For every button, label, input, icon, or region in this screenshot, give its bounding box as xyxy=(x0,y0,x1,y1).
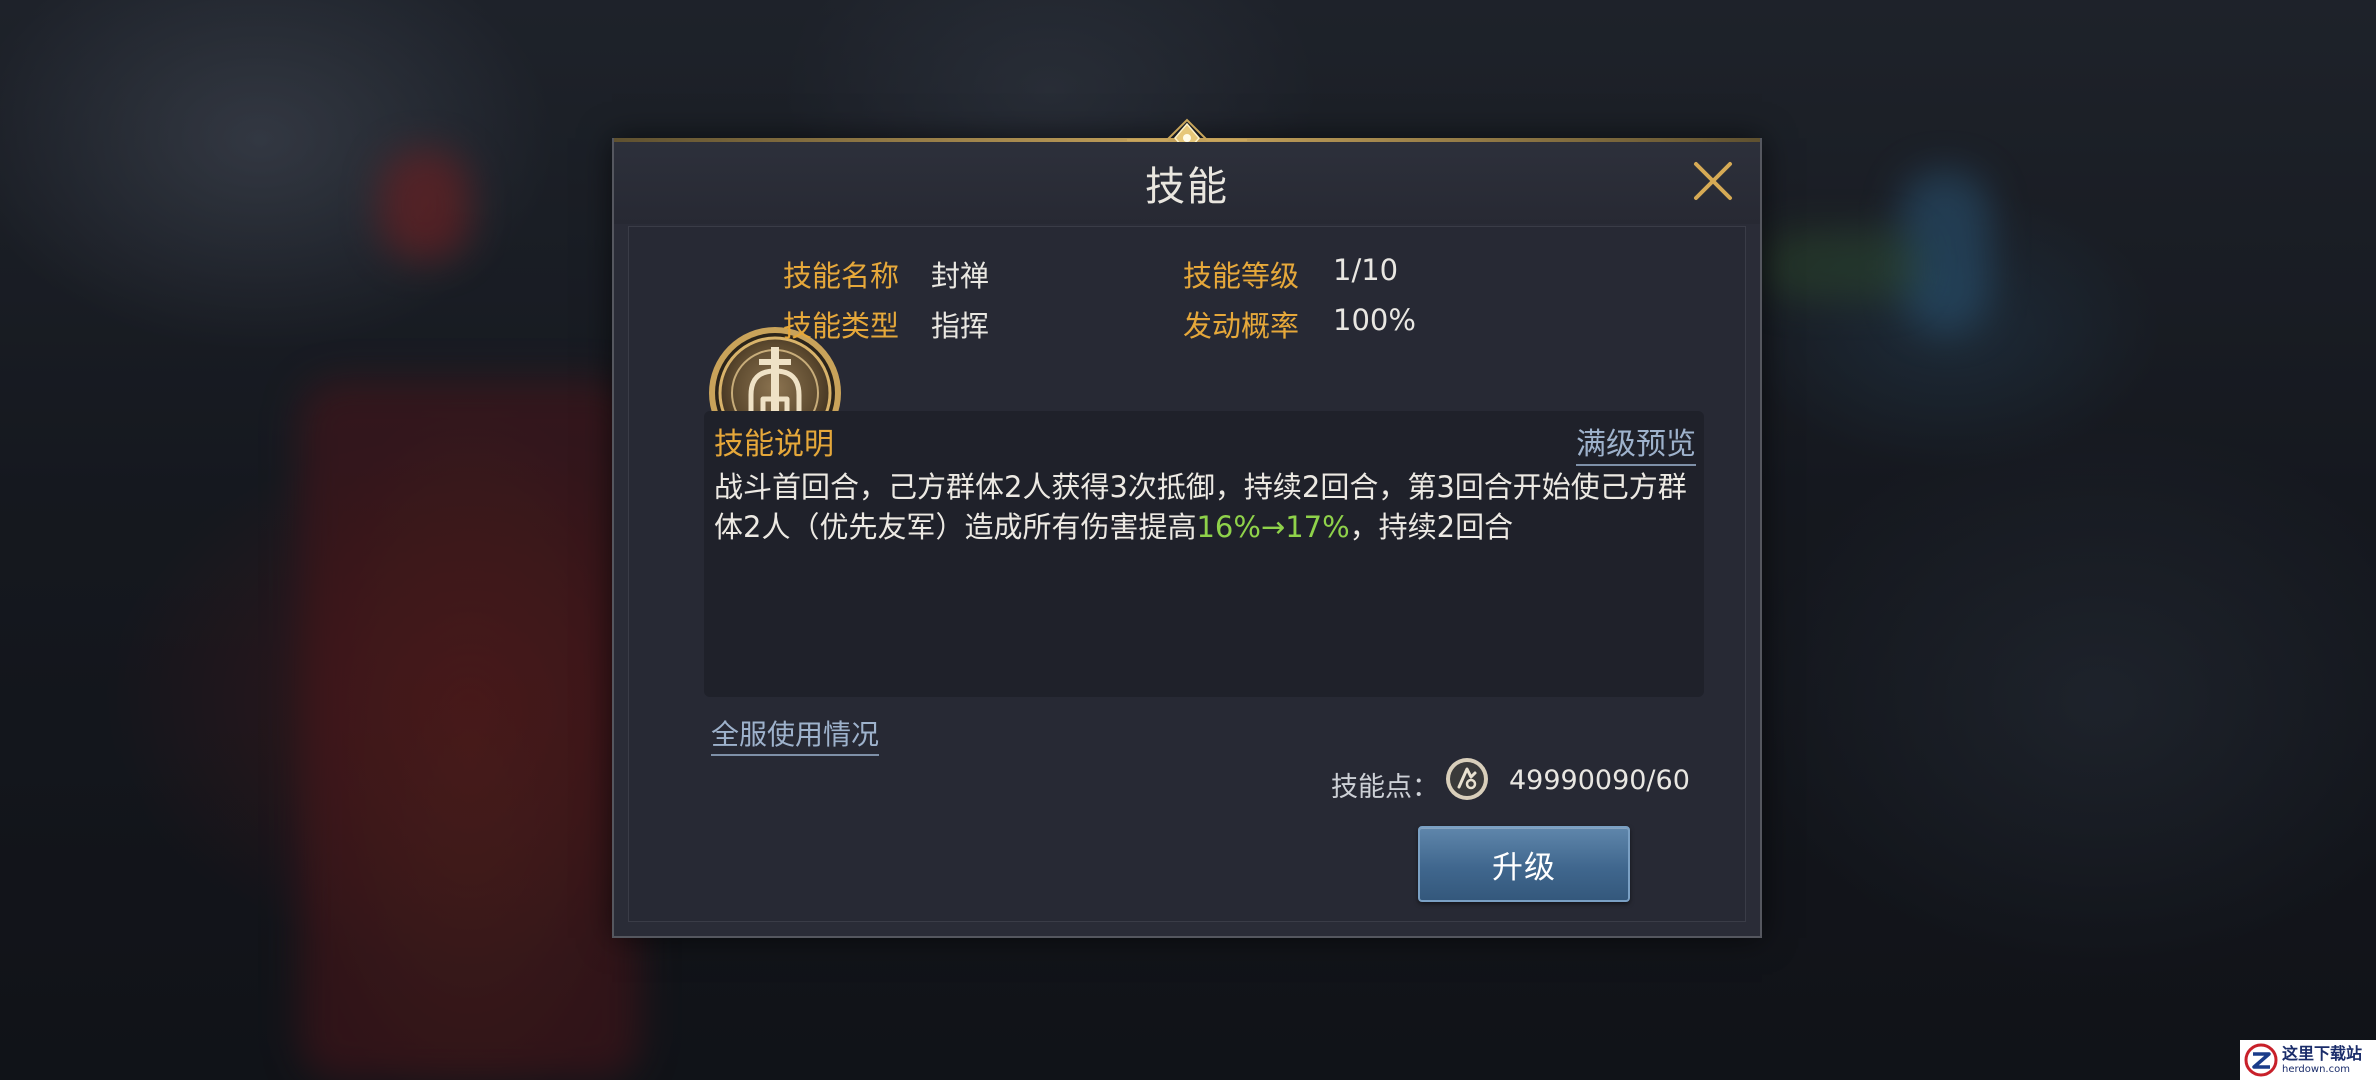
skill-chance-label: 发动概率 xyxy=(1183,309,1300,343)
watermark-cn: 这里下载站 xyxy=(2282,1043,2363,1063)
skill-level-value: 1/10 xyxy=(1333,253,1399,287)
close-icon[interactable] xyxy=(1688,156,1738,206)
skill-dialog: 技能 技能名称 封禅 技能等级 1/10 技能类型 指挥 发动概率 100% 技… xyxy=(612,118,1762,938)
dialog-header: 技能 xyxy=(614,142,1760,224)
skill-point-coin-icon xyxy=(1446,758,1488,800)
skill-points-value: 49990090/60 xyxy=(1509,765,1690,796)
skill-name-value: 封禅 xyxy=(931,259,990,293)
dialog-title: 技能 xyxy=(1145,164,1229,210)
skill-points-label: 技能点： xyxy=(1331,772,1439,803)
description-text-tail: ，持续2回合 xyxy=(1349,510,1514,544)
dialog-body: 技能名称 封禅 技能等级 1/10 技能类型 指挥 发动概率 100% 技能说明… xyxy=(628,226,1746,922)
description-text: 战斗首回合，己方群体2人获得3次抵御，持续2回合，第3回合开始使己方群体2人（优… xyxy=(714,467,1699,547)
skill-chance-value: 100% xyxy=(1333,303,1416,337)
watermark-en: herdown.com xyxy=(2282,1063,2350,1075)
server-usage-link[interactable]: 全服使用情况 xyxy=(711,713,880,756)
upgrade-button[interactable]: 升级 xyxy=(1418,826,1630,902)
description-highlight: 16%→17% xyxy=(1196,510,1350,544)
skill-type-label: 技能类型 xyxy=(783,309,900,343)
watermark-logo-icon xyxy=(2244,1043,2278,1077)
site-watermark: 这里下载站 herdown.com xyxy=(2240,1040,2376,1080)
skill-type-value: 指挥 xyxy=(931,309,990,343)
max-level-preview-link[interactable]: 满级预览 xyxy=(1576,419,1696,466)
skill-description-box: 技能说明 满级预览 战斗首回合，己方群体2人获得3次抵御，持续2回合，第3回合开… xyxy=(704,411,1704,697)
description-title: 技能说明 xyxy=(714,427,834,462)
skill-level-label: 技能等级 xyxy=(1183,259,1300,293)
skill-name-label: 技能名称 xyxy=(783,259,900,293)
